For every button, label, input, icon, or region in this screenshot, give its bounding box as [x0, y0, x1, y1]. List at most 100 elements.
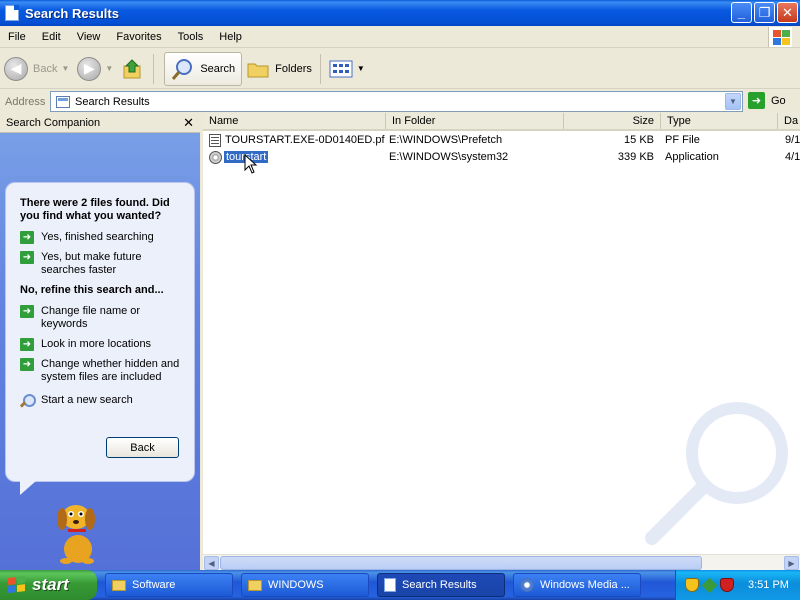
menu-help[interactable]: Help — [211, 31, 250, 43]
companion-back-button[interactable]: Back — [106, 437, 179, 458]
address-bar: Address Search Results ▼ ➜ Go — [0, 90, 800, 113]
column-header-type[interactable]: Type — [661, 113, 778, 129]
option-label: Yes, finished searching — [41, 231, 154, 243]
taskbar: start Software WINDOWS Search Results Wi… — [0, 570, 800, 600]
scroll-right-icon[interactable]: ▶ — [784, 556, 799, 570]
column-header-in-folder[interactable]: In Folder — [386, 113, 564, 129]
table-row[interactable]: TOURSTART.EXE-0D0140ED.pf E:\WINDOWS\Pre… — [203, 133, 800, 149]
option-hidden-system-files[interactable]: ➜ Change whether hidden and system files… — [20, 358, 184, 384]
window-icon[interactable] — [5, 5, 19, 21]
alert-shield-icon[interactable] — [720, 578, 734, 592]
menu-edit[interactable]: Edit — [34, 31, 69, 43]
horizontal-scrollbar[interactable]: ◀ ▶ — [203, 554, 800, 570]
toolbar-separator — [319, 53, 321, 84]
go-button[interactable]: ➜ Go — [748, 92, 786, 109]
file-type: Application — [665, 151, 719, 163]
file-size: 339 KB — [617, 151, 654, 163]
taskbar-item-windows-media[interactable]: Windows Media ... — [513, 573, 641, 597]
option-new-search[interactable]: Start a new search — [20, 394, 184, 407]
menu-favorites[interactable]: Favorites — [108, 31, 169, 43]
task-label: Windows Media ... — [540, 579, 630, 591]
green-arrow-icon: ➜ — [20, 358, 34, 371]
search-companion-title: Search Companion — [6, 116, 101, 129]
taskbar-item-windows[interactable]: WINDOWS — [241, 573, 369, 597]
green-arrow-icon: ➜ — [20, 338, 34, 351]
address-input[interactable]: Search Results ▼ — [50, 91, 743, 112]
start-label: start — [32, 575, 69, 594]
refine-heading: No, refine this search and... — [20, 284, 164, 296]
address-dropdown-icon[interactable]: ▼ — [725, 93, 741, 110]
folders-button[interactable]: Folders — [242, 52, 316, 86]
option-faster-searches[interactable]: ➜ Yes, but make future searches faster — [20, 251, 184, 277]
application-icon — [209, 151, 222, 164]
close-button[interactable]: ✕ — [777, 2, 798, 23]
search-results-list: Name In Folder Size Type Da TOURSTART.EX… — [203, 113, 800, 570]
maximize-button[interactable]: ❐ — [754, 2, 775, 23]
column-header-name[interactable]: Name — [203, 113, 386, 129]
address-label: Address — [5, 95, 46, 108]
option-label: Change whether hidden and system files a… — [41, 358, 180, 383]
clock[interactable]: 3:51 PM — [748, 579, 789, 591]
green-arrow-icon: ➜ — [20, 251, 34, 264]
forward-dropdown-icon[interactable]: ▼ — [105, 64, 113, 73]
option-more-locations[interactable]: ➜ Look in more locations — [20, 338, 184, 351]
network-icon[interactable] — [701, 577, 718, 593]
back-dropdown-icon[interactable]: ▼ — [61, 64, 69, 73]
views-dropdown-icon: ▼ — [356, 64, 365, 73]
search-dog-icon[interactable] — [52, 495, 104, 565]
file-folder: E:\WINDOWS\Prefetch — [389, 134, 503, 146]
menu-tools[interactable]: Tools — [170, 31, 212, 43]
column-header-size[interactable]: Size — [564, 113, 661, 129]
security-shield-icon[interactable] — [685, 578, 699, 592]
files-found-text: There were 2 files found. Did you find w… — [20, 197, 170, 222]
go-label: Go — [771, 94, 786, 107]
menu-bar: File Edit View Favorites Tools Help — [0, 26, 800, 48]
table-row[interactable]: tourstart E:\WINDOWS\system32 339 KB App… — [203, 150, 800, 166]
option-label: Change file name or keywords — [41, 305, 141, 330]
windows-flag-icon — [8, 576, 26, 594]
task-label: Search Results — [402, 579, 477, 591]
scroll-left-icon[interactable]: ◀ — [204, 556, 219, 570]
forward-button[interactable]: ▶ ▼ — [73, 52, 117, 86]
close-pane-icon[interactable]: ✕ — [183, 115, 194, 131]
minimize-button[interactable]: _ — [731, 2, 752, 23]
taskbar-item-search-results[interactable]: Search Results — [377, 573, 505, 597]
file-date: 9/1 — [785, 134, 800, 146]
back-button[interactable]: ◀ Back ▼ — [0, 52, 73, 86]
start-button[interactable]: start — [0, 570, 97, 600]
search-button[interactable]: Search — [164, 51, 243, 86]
title-bar: Search Results _ ❐ ✕ — [0, 0, 800, 26]
up-folder-button[interactable] — [117, 52, 149, 86]
file-size: 15 KB — [624, 134, 654, 146]
option-label: Look in more locations — [41, 338, 152, 350]
column-headers: Name In Folder Size Type Da — [203, 113, 800, 131]
views-button[interactable]: ▼ — [325, 52, 369, 86]
green-arrow-icon: ➜ — [20, 305, 34, 318]
folders-label: Folders — [275, 62, 312, 75]
option-label: Yes, but make future searches faster — [41, 251, 142, 276]
menu-view[interactable]: View — [69, 31, 109, 43]
scrollbar-thumb[interactable] — [220, 556, 702, 570]
back-label: Back — [33, 62, 58, 75]
views-icon — [329, 60, 353, 77]
option-label: Start a new search — [41, 394, 133, 406]
column-header-date[interactable]: Da — [778, 113, 800, 129]
menu-file[interactable]: File — [0, 31, 34, 43]
task-label: WINDOWS — [268, 579, 324, 591]
pf-file-icon — [209, 134, 221, 147]
file-folder: E:\WINDOWS\system32 — [389, 151, 509, 163]
search-icon — [172, 58, 193, 80]
magnifier-icon — [20, 394, 36, 407]
option-finished-searching[interactable]: ➜ Yes, finished searching — [20, 231, 184, 244]
folder-icon — [112, 579, 126, 591]
go-arrow-icon: ➜ — [748, 92, 765, 109]
up-folder-icon — [123, 58, 141, 78]
back-arrow-icon: ◀ — [4, 56, 28, 81]
window-controls: _ ❐ ✕ — [731, 2, 798, 23]
media-disc-icon — [520, 578, 534, 592]
search-label: Search — [200, 62, 236, 75]
option-change-file-name[interactable]: ➜ Change file name or keywords — [20, 305, 184, 331]
task-label: Software — [132, 579, 176, 591]
taskbar-item-software[interactable]: Software — [105, 573, 233, 597]
windows-logo-icon — [768, 27, 792, 47]
